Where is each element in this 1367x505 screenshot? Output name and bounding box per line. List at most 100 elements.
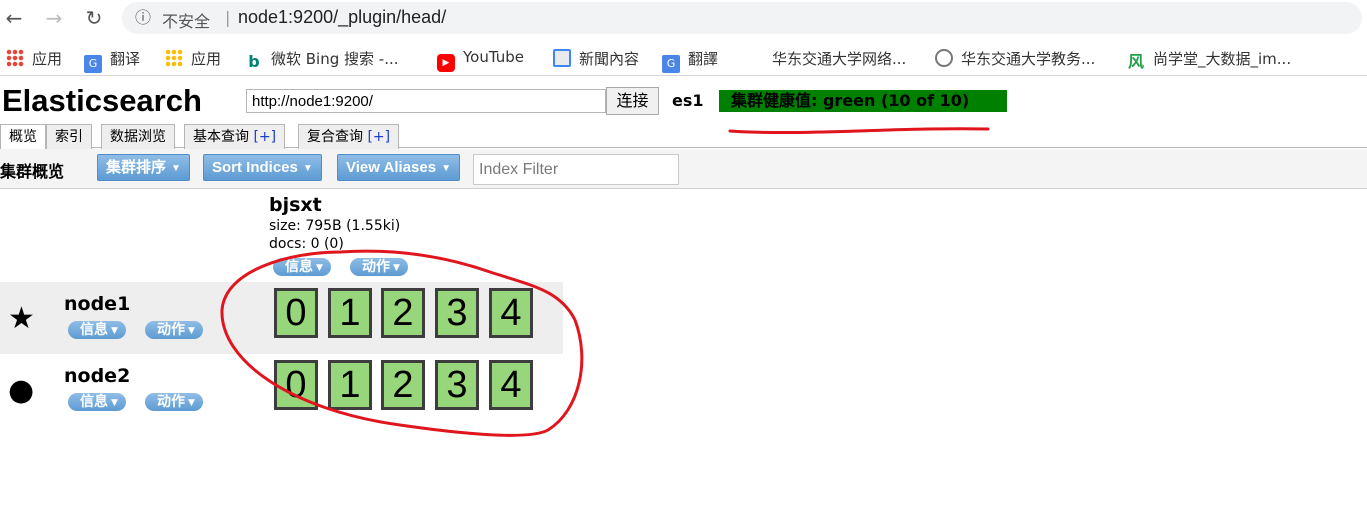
bookmark-label: 应用 [191,50,222,68]
chevron-down-icon: ▼ [111,326,118,336]
shard[interactable]: 0 [274,288,318,338]
bookmark-label: 应用 [32,50,63,68]
chevron-down-icon: ▼ [316,263,323,273]
tab-add[interactable]: [+] [253,129,276,145]
bookmark-ecjtu-net[interactable]: 华东交通大学网络... [746,48,906,68]
shard[interactable]: 2 [381,360,425,410]
chevron-down-icon: ▼ [441,163,451,174]
shard[interactable]: 3 [435,360,479,410]
tab-label: 索引 [55,129,83,145]
node-name: node2 [64,365,131,387]
node-action-button[interactable]: 动作 ▼ [145,321,203,339]
shard[interactable]: 4 [489,360,533,410]
node-row: ★ node1 信息 ▼ 动作 ▼ 0 1 2 3 4 [0,282,563,354]
bing-icon: b [245,53,263,71]
index-docs: docs: 0 (0) [269,236,344,252]
blank-page-icon [746,49,764,67]
bookmark-label: 华东交通大学网络... [772,50,907,68]
overview-toolbar: 集群概览 集群排序 ▼ Sort Indices ▼ View Aliases ▼ I… [0,149,1367,189]
view-aliases-button[interactable]: View Aliases ▼ [337,154,460,181]
shard[interactable]: 1 [328,360,372,410]
cluster-health-badge: 集群健康值: green (10 of 10) [719,90,1007,112]
university-seal-icon [935,49,953,67]
tab-label: 复合查询 [307,129,363,145]
bookmarks-bar: 应用 G 翻译 应用 b 微软 Bing 搜索 -... ▶ YouTube 新聞內容… [0,40,1367,76]
index-filter-input[interactable]: Index Filter [473,154,679,185]
bookmark-label: 华东交通大学教务... [961,50,1096,68]
bookmark-translate[interactable]: G 翻译 [84,48,141,73]
index-name: bjsxt [269,194,322,216]
tab-basic-query[interactable]: 基本查询 [+] [184,124,286,149]
security-label: 不安全 [162,12,211,31]
shard[interactable]: 3 [435,288,479,338]
apps-grid-icon [165,49,183,67]
tab-label: 数据浏览 [110,129,166,145]
bookmark-apps-2[interactable]: 应用 [165,48,221,68]
button-label: 动作 [157,394,185,410]
google-translate-icon: G [662,55,680,73]
connect-button[interactable]: 连接 [606,87,659,115]
star-icon: ★ [8,301,35,336]
index-size: size: 795B (1.55ki) [269,218,401,234]
button-label: 集群排序 [106,159,167,176]
chevron-down-icon: ▼ [302,163,313,174]
button-label: Sort Indices [212,159,298,176]
reload-icon[interactable]: ↻ [80,4,108,32]
bookmark-youtube[interactable]: ▶ YouTube [437,48,524,72]
shard[interactable]: 2 [381,288,425,338]
shard[interactable]: 1 [328,288,372,338]
info-icon[interactable]: ⓘ [132,7,154,29]
bookmark-label: 新聞內容 [579,50,640,68]
connect-url-input[interactable]: http://node1:9200/ [246,89,606,113]
bookmark-label: 微软 Bing 搜索 -... [271,50,399,68]
tab-add[interactable]: [+] [367,129,390,145]
button-label: 信息 [80,322,108,338]
bookmark-sxt[interactable]: 风尚学堂_大数据_im... [1127,48,1292,71]
index-action-button[interactable]: 动作 ▼ [350,258,408,276]
google-translate-icon: G [84,55,102,73]
browser-toolbar: ← → ↻ ⓘ 不安全 | node1:9200/_plugin/head/ [0,0,1367,36]
shard[interactable]: 4 [489,288,533,338]
node-info-button[interactable]: 信息 ▼ [68,321,126,339]
sort-cluster-button[interactable]: 集群排序 ▼ [97,154,190,181]
url-text[interactable]: node1:9200/_plugin/head/ [238,7,446,28]
bookmark-translate-2[interactable]: G 翻譯 [662,48,718,73]
tab-bar: 概览 索引 数据浏览 基本查询 [+] 复合查询 [+] [0,124,1367,150]
chevron-down-icon: ▼ [188,398,195,408]
circle-icon: ● [8,373,35,408]
node-row: ● node2 信息 ▼ 动作 ▼ 0 1 2 3 4 [0,354,563,426]
cluster-name: es1 [672,91,704,110]
tab-compound-query[interactable]: 复合查询 [+] [298,124,400,149]
node-info-button[interactable]: 信息 ▼ [68,393,126,411]
bookmark-bing[interactable]: b 微软 Bing 搜索 -... [245,48,399,71]
news-icon [553,49,571,67]
separator: | [225,8,231,27]
button-label: 动作 [362,259,390,275]
wind-icon: 风 [1127,52,1144,71]
bookmark-label: YouTube [463,48,524,66]
back-arrow-icon[interactable]: ← [0,4,28,32]
forward-arrow-icon[interactable]: → [40,4,68,32]
bookmark-news[interactable]: 新聞內容 [553,48,639,68]
tab-indices[interactable]: 索引 [46,124,92,149]
button-label: 信息 [80,394,108,410]
button-label: 动作 [157,322,185,338]
chevron-down-icon: ▼ [188,326,195,336]
tab-label: 基本查询 [193,129,249,145]
bookmark-label: 翻译 [110,50,141,68]
shard[interactable]: 0 [274,360,318,410]
chevron-down-icon: ▼ [393,263,400,273]
bookmark-ecjtu-edu[interactable]: 华东交通大学教务... [935,48,1095,68]
index-info-button[interactable]: 信息 ▼ [273,258,331,276]
sort-indices-button[interactable]: Sort Indices ▼ [203,154,322,181]
bookmark-apps[interactable]: 应用 [6,48,62,68]
button-label: View Aliases [346,159,437,176]
youtube-icon: ▶ [437,54,455,72]
tab-browser[interactable]: 数据浏览 [101,124,175,149]
apps-grid-icon [6,49,24,67]
node-action-button[interactable]: 动作 ▼ [145,393,203,411]
chevron-down-icon: ▼ [171,163,181,174]
tab-overview[interactable]: 概览 [0,124,46,150]
bookmark-label: 尚学堂_大数据_im... [1153,50,1292,68]
address-bar[interactable]: ⓘ 不安全 | node1:9200/_plugin/head/ [122,2,1362,34]
